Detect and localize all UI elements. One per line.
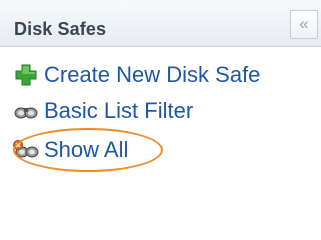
basic-list-filter-label: Basic List Filter [44,98,194,123]
filter-clear-icon [12,137,40,163]
basic-list-filter-link[interactable]: Basic List Filter [12,96,193,126]
panel-title: Disk Safes [14,19,107,39]
panel-header: Disk Safes « [0,0,321,47]
filter-icon [12,98,40,124]
disk-safes-panel: Disk Safes « Create New Disk Safe Basic … [0,0,321,240]
create-new-disk-safe-label: Create New Disk Safe [44,62,261,87]
create-new-disk-safe-link[interactable]: Create New Disk Safe [12,60,260,90]
add-icon [12,62,40,88]
show-all-link[interactable]: Show All [12,135,128,165]
show-all-label: Show All [44,137,129,162]
collapse-button[interactable]: « [290,10,318,39]
